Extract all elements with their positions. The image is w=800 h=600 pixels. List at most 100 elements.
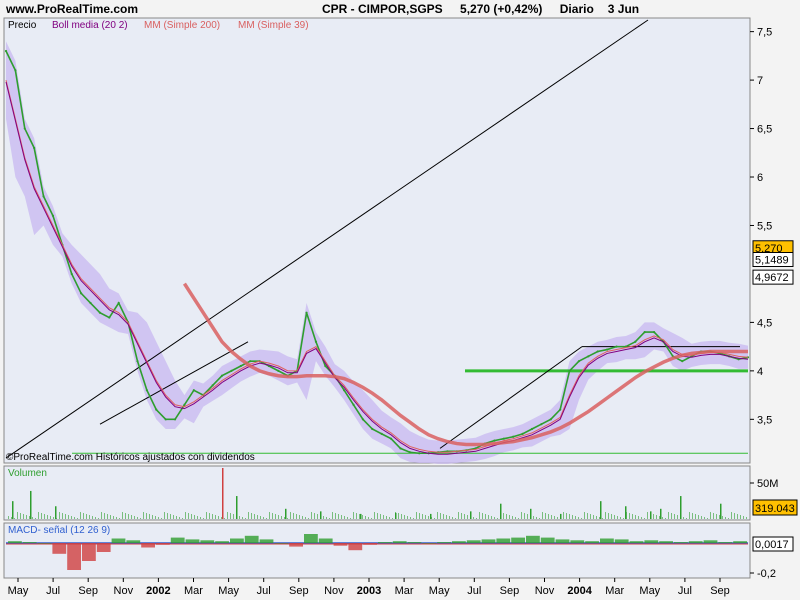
volume-bar (635, 515, 636, 519)
volume-bar (656, 515, 657, 519)
volume-bar (374, 512, 375, 519)
volume-bar (266, 518, 267, 519)
volume-bar (347, 517, 348, 519)
volume-bar (332, 512, 333, 519)
volume-bar (29, 516, 30, 519)
volume-bar (74, 517, 75, 519)
volume-bar (566, 513, 567, 519)
volume-bar (542, 512, 543, 519)
y-tick-label: 3,5 (757, 414, 772, 426)
volume-bar (203, 518, 204, 519)
volume-bar (395, 512, 396, 519)
volume-bar (695, 514, 696, 519)
x-tick-label: Mar (605, 585, 624, 597)
price-point (42, 195, 45, 198)
macd-bar (185, 539, 200, 543)
volume-bar (557, 517, 558, 519)
price-point (596, 350, 599, 353)
volume-bar (725, 517, 726, 519)
y-tick-label: 7,5 (757, 27, 772, 39)
volume-bar (572, 515, 573, 519)
macd-bar (96, 543, 111, 552)
volume-bar (149, 514, 150, 519)
volume-panel[interactable] (3, 465, 751, 521)
volume-bar (560, 518, 561, 519)
price-point (164, 418, 167, 421)
volume-bar (86, 514, 87, 519)
volume-bar (188, 513, 189, 519)
volume-bar (722, 516, 723, 519)
volume-bar (710, 512, 711, 519)
price-point (249, 360, 252, 363)
x-tick-label: Jul (467, 585, 481, 597)
price-point (173, 418, 177, 421)
volume-bar (326, 517, 327, 519)
macd-badge-text: 0,0017 (755, 539, 789, 551)
volume-bar (338, 514, 339, 519)
macd-bar (304, 534, 318, 543)
legend-volume: Volumen (8, 468, 47, 479)
price-point (80, 292, 83, 295)
volume-bar (524, 513, 525, 519)
volume-bar (323, 516, 324, 519)
volume-bar (350, 518, 351, 519)
volume-bar (608, 513, 609, 519)
volume-bar (137, 517, 138, 519)
volume-bar (416, 512, 417, 519)
price-point (89, 301, 92, 305)
volume-bar (167, 513, 168, 519)
volume-bar (287, 518, 288, 519)
volume-bar (641, 517, 642, 519)
volume-bar (668, 512, 669, 519)
volume-bar (65, 514, 66, 519)
price-point (324, 364, 327, 368)
price-point (4, 49, 8, 53)
x-tick-label: Nov (324, 585, 344, 597)
volume-bar (665, 518, 666, 519)
price-point (98, 311, 102, 314)
volume-bar (296, 514, 297, 519)
volume-bar (248, 512, 249, 519)
volume-bar (320, 515, 321, 519)
x-tick-label: Mar (184, 585, 203, 597)
macd-bar (540, 537, 555, 543)
volume-bar (56, 518, 57, 519)
volume-bar (611, 514, 612, 519)
chart-canvas[interactable]: 7,576,565,54,543,55,2705,14894,9672May Ju… (0, 0, 800, 600)
volume-bar (116, 517, 117, 519)
price-point (634, 340, 637, 343)
price-point (211, 384, 214, 387)
volume-bar (476, 518, 477, 519)
macd-bar (215, 541, 229, 543)
volume-bar (293, 513, 294, 519)
volume-bar (479, 512, 480, 519)
volume-bar (713, 513, 714, 519)
volume-bar (554, 516, 555, 519)
volume-bar (191, 514, 192, 519)
volume-bar (662, 517, 663, 519)
volume-bar (398, 513, 399, 519)
macd-bar (496, 538, 511, 543)
price-point (652, 330, 656, 334)
volume-bar (41, 513, 42, 519)
volume-bar (233, 514, 234, 519)
volume-bar (59, 512, 60, 519)
macd-bar (526, 535, 540, 543)
macd-bar (111, 538, 126, 543)
price-point (540, 423, 543, 426)
y-tick-label: 6 (757, 172, 763, 184)
volume-bar (653, 514, 654, 519)
price-point (343, 389, 346, 392)
volume-bar (17, 512, 18, 519)
legend-precio: Precio (8, 20, 37, 31)
macd-bar (570, 540, 585, 543)
macd-panel[interactable] (3, 522, 751, 579)
volume-bar (360, 513, 362, 519)
volume-bar (503, 513, 504, 519)
macd-bar (289, 543, 303, 547)
volume-bar (26, 515, 27, 519)
volume-bar (164, 512, 165, 519)
volume-bar (530, 515, 531, 519)
macd-tick-label: -0,2 (757, 568, 776, 580)
volume-bar (737, 514, 738, 519)
